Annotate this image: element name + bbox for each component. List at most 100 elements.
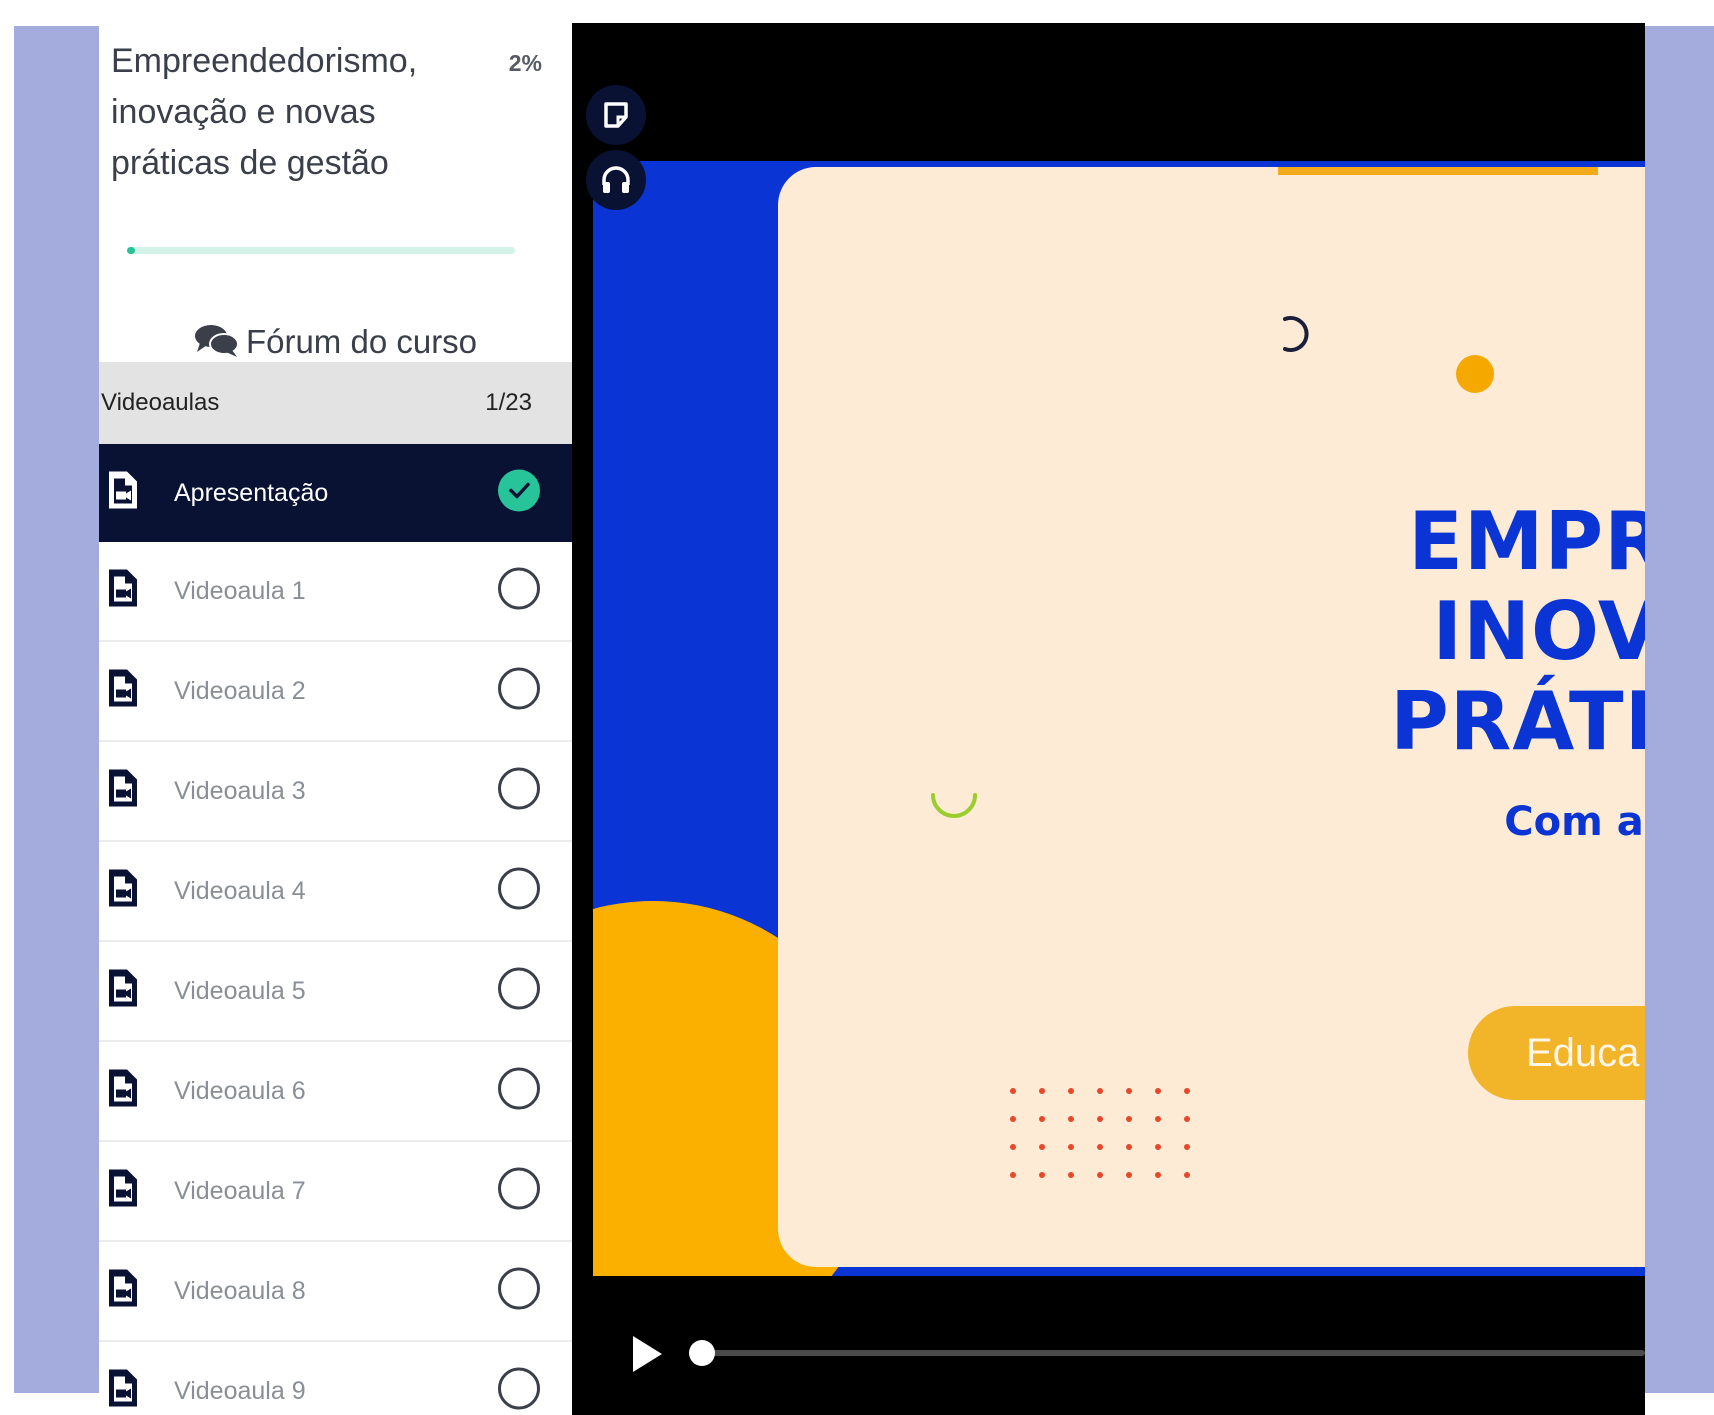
player-controls	[572, 1323, 1645, 1383]
audio-button[interactable]	[586, 150, 646, 210]
lesson-item[interactable]: Videoaula 4	[99, 842, 572, 942]
course-title: Empreendedorismo, inovação e novas práti…	[111, 42, 418, 182]
section-count: 1/23	[485, 389, 532, 416]
decor-dot	[1039, 1116, 1045, 1122]
seek-bar[interactable]	[692, 1350, 1645, 1356]
section-header-videoaulas[interactable]: Videoaulas 1/23	[99, 362, 572, 444]
course-sidebar: Empreendedorismo, inovação e novas práti…	[99, 26, 572, 1415]
play-button[interactable]	[629, 1333, 665, 1375]
decor-dot	[1126, 1116, 1132, 1122]
decor-dot	[1126, 1144, 1132, 1150]
decor-dot	[1010, 1172, 1016, 1178]
lesson-label: Videoaula 2	[174, 676, 306, 705]
slide-top-accent	[1278, 167, 1598, 175]
video-player: EMPREE INOVAÇ PRÁTICA Com a profe Ro Edu…	[572, 23, 1645, 1415]
video-file-icon	[105, 567, 141, 616]
decor-dot	[1068, 1088, 1074, 1094]
headphones-icon	[602, 166, 630, 193]
lesson-item[interactable]: Videoaula 2	[99, 642, 572, 742]
course-progress-percent: 2%	[508, 50, 542, 76]
video-file-icon	[105, 1167, 141, 1216]
decor-dot	[1184, 1088, 1190, 1094]
empty-circle-icon[interactable]	[497, 1067, 541, 1116]
decor-dot	[1155, 1172, 1161, 1178]
check-circle-icon[interactable]	[497, 469, 541, 518]
decor-dot	[1039, 1088, 1045, 1094]
empty-circle-icon[interactable]	[497, 967, 541, 1016]
lesson-item[interactable]: Videoaula 1	[99, 542, 572, 642]
note-icon	[604, 102, 628, 128]
decor-dot	[1010, 1116, 1016, 1122]
decor-dot	[1068, 1172, 1074, 1178]
slide-headline-line-2: INOVAÇ	[1432, 585, 1645, 678]
decor-dot	[1155, 1144, 1161, 1150]
decor-dot	[1126, 1088, 1132, 1094]
decor-dot	[1097, 1172, 1103, 1178]
video-file-icon	[105, 1367, 141, 1415]
lesson-label: Apresentação	[174, 478, 329, 507]
forum-link[interactable]: Fórum do curso	[99, 322, 572, 362]
decor-dot	[1126, 1172, 1132, 1178]
course-progress-fill	[127, 247, 135, 254]
slide-headline-line-3: PRÁTICA	[1390, 675, 1645, 768]
decor-dot	[1039, 1172, 1045, 1178]
video-file-icon	[105, 667, 141, 716]
dot-grid-decoration	[1010, 1088, 1190, 1178]
spinner-arc-icon	[1283, 316, 1309, 352]
decor-dot	[1097, 1088, 1103, 1094]
lesson-item[interactable]: Apresentação	[99, 444, 572, 542]
slide-badge: Educa	[1468, 1006, 1645, 1100]
lesson-label: Videoaula 4	[174, 876, 306, 905]
lesson-item[interactable]: Videoaula 5	[99, 942, 572, 1042]
empty-circle-icon[interactable]	[497, 1167, 541, 1216]
video-file-icon	[105, 469, 141, 518]
lesson-label: Videoaula 1	[174, 576, 306, 605]
slide-headline-line-1: EMPREE	[1408, 495, 1645, 588]
decor-dot	[1155, 1088, 1161, 1094]
video-frame[interactable]: EMPREE INOVAÇ PRÁTICA Com a profe Ro Edu…	[593, 161, 1645, 1276]
decor-dot	[1010, 1088, 1016, 1094]
green-arc-icon	[931, 793, 977, 818]
lesson-item[interactable]: Videoaula 6	[99, 1042, 572, 1142]
lesson-item[interactable]: Videoaula 8	[99, 1242, 572, 1342]
lesson-label: Videoaula 8	[174, 1276, 306, 1305]
video-file-icon	[105, 967, 141, 1016]
decor-dot	[1010, 1144, 1016, 1150]
slide-subtitle-line-1: Com a profe	[1504, 799, 1645, 845]
lesson-item[interactable]: Videoaula 9	[99, 1342, 572, 1415]
decor-dot	[1068, 1144, 1074, 1150]
decor-dot	[1184, 1116, 1190, 1122]
lesson-item[interactable]: Videoaula 7	[99, 1142, 572, 1242]
video-file-icon	[105, 1067, 141, 1116]
empty-circle-icon[interactable]	[497, 767, 541, 816]
slide-yellow-dot	[1456, 355, 1494, 393]
empty-circle-icon[interactable]	[497, 667, 541, 716]
video-file-icon	[105, 867, 141, 916]
section-title: Videoaulas	[101, 389, 220, 416]
page-background-left	[14, 26, 99, 1393]
lesson-label: Videoaula 5	[174, 976, 306, 1005]
decor-dot	[1039, 1144, 1045, 1150]
video-file-icon	[105, 767, 141, 816]
lesson-label: Videoaula 3	[174, 776, 306, 805]
decor-dot	[1097, 1116, 1103, 1122]
notes-button[interactable]	[586, 85, 646, 145]
lesson-label: Videoaula 9	[174, 1376, 306, 1405]
slide-card: EMPREE INOVAÇ PRÁTICA Com a profe Ro Edu…	[778, 167, 1645, 1267]
lesson-list: Apresentação Videoaula 1 Videoaula 2 Videoa…	[99, 444, 572, 1415]
decor-dot	[1068, 1116, 1074, 1122]
seek-handle[interactable]	[689, 1340, 715, 1366]
lesson-label: Videoaula 6	[174, 1076, 306, 1105]
comments-icon	[194, 325, 239, 357]
empty-circle-icon[interactable]	[497, 867, 541, 916]
decor-dot	[1097, 1144, 1103, 1150]
decor-dot	[1184, 1172, 1190, 1178]
decor-dot	[1184, 1144, 1190, 1150]
empty-circle-icon[interactable]	[497, 567, 541, 616]
empty-circle-icon[interactable]	[497, 1367, 541, 1415]
lesson-label: Videoaula 7	[174, 1176, 306, 1205]
empty-circle-icon[interactable]	[497, 1267, 541, 1316]
forum-label: Fórum do curso	[245, 323, 478, 360]
course-progress-bar	[127, 247, 515, 254]
lesson-item[interactable]: Videoaula 3	[99, 742, 572, 842]
